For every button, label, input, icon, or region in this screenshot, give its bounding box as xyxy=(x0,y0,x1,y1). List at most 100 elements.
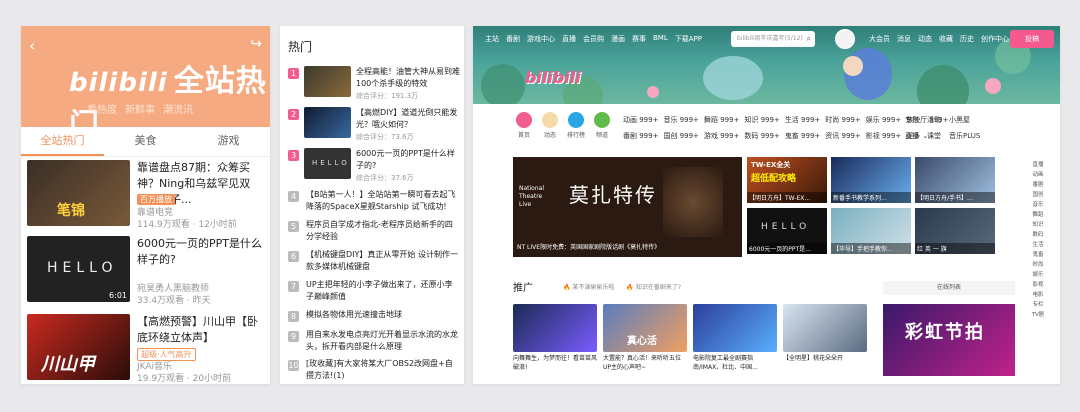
rank-title[interactable]: 【机械键盘DIY】真正从零开始 设计制作一款多媒体机械键盘 xyxy=(306,249,460,273)
category-link[interactable]: 知识 999+ xyxy=(744,115,779,125)
category-link[interactable]: 数码 999+ xyxy=(744,131,779,141)
category-link[interactable]: 动画 999+ xyxy=(623,115,658,125)
rank-title[interactable]: 全程高能！油管大神从易到难100个杀手级的特效 xyxy=(356,66,460,90)
video-tile[interactable]: 【毕导】手把手教你... xyxy=(831,208,911,254)
card-thumbnail[interactable]: 真心活 xyxy=(603,304,687,352)
category-link[interactable]: 鬼畜 999+ xyxy=(785,131,820,141)
rank-title[interactable]: 6000元一页的PPT是什么样子的? xyxy=(356,148,460,172)
tile-caption[interactable]: 红 英 一 旗 xyxy=(915,243,995,254)
rank-item[interactable]: 6 【机械键盘DIY】真正从零开始 设计制作一款多媒体机械键盘 xyxy=(288,249,460,273)
side-link[interactable]: 课堂 xyxy=(927,131,941,141)
rank-item[interactable]: 7 UP主把年轻的小李子做出来了，还原小李子巅峰颜值 xyxy=(288,279,460,303)
side-nav-item[interactable]: 国创 xyxy=(1025,190,1051,200)
list-item[interactable]: 川山甲 【高燃预警】川山甲【卧底环绕立体声】 超级·人气高升 JKAi音乐 19… xyxy=(27,314,267,384)
side-nav-item[interactable]: 数码 xyxy=(1025,230,1051,240)
list-item[interactable]: 笔锦 靠谱盘点87期：众筹买神？Ning和乌兹罕见双排，枣子... 百万播放 靠… xyxy=(27,160,267,230)
video-thumbnail[interactable]: 川山甲 xyxy=(27,314,130,380)
tab-games[interactable]: 游戏 xyxy=(187,127,270,156)
nav-item[interactable]: 赛事 xyxy=(632,34,646,44)
side-link[interactable]: 活动 xyxy=(927,115,941,125)
nav-item[interactable]: 主站 xyxy=(485,34,499,44)
sub-link[interactable]: 看热度 xyxy=(87,101,117,116)
rank-item[interactable]: 8 模拟各物体用光速撞击地球 xyxy=(288,309,460,323)
promo-link[interactable]: 🔥 某不演偷偷乐啦 xyxy=(563,282,614,291)
home-icon[interactable]: 首页 xyxy=(513,112,535,139)
rank-thumbnail[interactable] xyxy=(304,107,351,138)
nav-item[interactable]: 直播 xyxy=(562,34,576,44)
promo-link[interactable]: 🔥 知识在番剧来了? xyxy=(626,282,681,291)
card-title[interactable]: 大置能？真心活！来听听五位UP主的心声吧~ xyxy=(603,354,687,372)
feature-caption[interactable]: NT LIVE限时免费：英国国家剧院版话剧《莫扎特传》 xyxy=(517,242,660,251)
dynamic-icon[interactable]: 动态 xyxy=(539,112,561,139)
side-nav-item[interactable]: 直播 xyxy=(1025,160,1051,170)
side-nav-item[interactable]: 电影 xyxy=(1025,290,1051,300)
nav-item[interactable]: 会员购 xyxy=(583,34,604,44)
category-link[interactable]: 音乐 999+ xyxy=(663,115,698,125)
ad-banner[interactable]: 彩虹节拍 xyxy=(883,304,1015,376)
side-nav-item[interactable]: 专栏 xyxy=(1025,300,1051,310)
promo-card[interactable]: 真心活 大置能？真心活！来听听五位UP主的心声吧~ xyxy=(603,304,687,372)
side-nav-item[interactable]: 舞蹈 xyxy=(1025,210,1051,220)
promo-card[interactable]: 【全明星】桃花朵朵开 xyxy=(783,304,867,363)
side-link[interactable]: 专栏 xyxy=(905,115,919,125)
video-thumbnail[interactable]: 笔锦 xyxy=(27,160,130,226)
tile-caption[interactable]: 【明日方舟/手书】... xyxy=(915,192,995,203)
side-nav-item[interactable]: 音乐 xyxy=(1025,200,1051,210)
category-link[interactable]: 游戏 999+ xyxy=(704,131,739,141)
rank-item[interactable]: 9 用自来水发电点亮灯光开着显示水流的水龙头，拆开看内部是什么原理 xyxy=(288,329,460,353)
video-tile[interactable]: 【明日方舟/手书】... xyxy=(915,157,995,203)
video-tile[interactable]: TW-EX全关 超低配攻略 【明日方舟】TW-EX... xyxy=(747,157,827,203)
category-link[interactable]: 资讯 999+ xyxy=(825,131,860,141)
sub-link[interactable]: 新鲜事 xyxy=(125,101,155,116)
nav-item[interactable]: 游戏中心 xyxy=(527,34,555,44)
video-tile[interactable]: 新番手书教学系列... xyxy=(831,157,911,203)
rank-title[interactable]: 模拟各物体用光速撞击地球 xyxy=(306,309,460,321)
category-link[interactable]: 番剧 999+ xyxy=(623,131,658,141)
tile-caption[interactable]: 【毕导】手把手教你... xyxy=(831,243,911,254)
rank-item[interactable]: 2 【高燃DIY】道道光倒只能发光？哦火如何？ 综合评分：73.6万 xyxy=(288,107,460,141)
category-link[interactable]: 影视 999+ xyxy=(866,131,901,141)
rank-title[interactable]: 【B站第一人！】全站站第一瞬可看去起飞降落的SpaceX星舰Starship 试… xyxy=(306,189,460,213)
card-thumbnail[interactable] xyxy=(783,304,867,352)
side-nav-item[interactable]: TV剧 xyxy=(1025,310,1051,320)
rank-thumbnail[interactable]: HELLO xyxy=(304,148,351,179)
promo-card[interactable]: 向舞舞生，为梦而往！看苗苗风破浪! xyxy=(513,304,597,372)
rank-title[interactable]: 【高燃DIY】道道光倒只能发光？哦火如何？ xyxy=(356,107,460,131)
rank-item[interactable]: 1 全程高能！油管大神从易到难100个杀手级的特效 综合评分：191.3万 xyxy=(288,66,460,100)
side-nav-item[interactable]: 知识 xyxy=(1025,220,1051,230)
live-list-button[interactable]: 在线列表 xyxy=(883,281,1015,295)
ranking-icon[interactable]: 排行榜 xyxy=(565,112,587,139)
sub-link[interactable]: 潮流讯 xyxy=(163,101,193,116)
tile-caption[interactable]: 新番手书教学系列... xyxy=(831,192,911,203)
rank-title[interactable]: UP主把年轻的小李子做出来了，还原小李子巅峰颜值 xyxy=(306,279,460,303)
rank-item[interactable]: 5 程序员自学成才指北-老程序员给新手的四分学经验 xyxy=(288,219,460,243)
list-item[interactable]: HELLO 6:01 6000元一页的PPT是什么样子的? 宛昊勇人黑脑教师 3… xyxy=(27,236,267,306)
nav-item[interactable]: 番剧 xyxy=(506,34,520,44)
nav-item[interactable]: 下载APP xyxy=(675,34,702,44)
side-nav-item[interactable]: 鬼畜 xyxy=(1025,250,1051,260)
side-nav-item[interactable]: 动画 xyxy=(1025,170,1051,180)
tab-food[interactable]: 美食 xyxy=(104,127,187,156)
video-thumbnail[interactable]: HELLO 6:01 xyxy=(27,236,130,302)
rank-title[interactable]: [玫收藏]有大家将某大厂OBS2改网盘+自攒方法!(1) xyxy=(306,358,460,382)
side-nav-item[interactable]: 时尚 xyxy=(1025,260,1051,270)
rank-title[interactable]: 程序员自学成才指北-老程序员给新手的四分学经验 xyxy=(306,219,460,243)
side-nav-item[interactable]: 生活 xyxy=(1025,240,1051,250)
side-link[interactable]: 音乐PLUS xyxy=(949,131,980,141)
rank-thumbnail[interactable] xyxy=(304,66,351,97)
share-icon[interactable]: ↪ xyxy=(250,36,262,52)
video-tile[interactable]: HELLO 6000元一页的PPT是... xyxy=(747,208,827,254)
card-thumbnail[interactable] xyxy=(693,304,777,352)
rank-item[interactable]: 10 [玫收藏]有大家将某大厂OBS2改网盘+自攒方法!(1) xyxy=(288,358,460,382)
side-nav-item[interactable]: 番剧 xyxy=(1025,180,1051,190)
site-logo[interactable]: bilibili xyxy=(525,68,581,87)
channel-icon[interactable]: 频道 xyxy=(591,112,613,139)
side-link[interactable]: 小黑屋 xyxy=(949,115,970,125)
category-link[interactable]: 舞蹈 999+ xyxy=(704,115,739,125)
side-nav-item[interactable]: 娱乐 xyxy=(1025,270,1051,280)
video-title[interactable]: 【高燃预警】川山甲【卧底环绕立体声】 xyxy=(137,314,265,346)
category-link[interactable]: 生活 999+ xyxy=(785,115,820,125)
category-link[interactable]: 娱乐 999+ xyxy=(866,115,901,125)
rank-item[interactable]: 4 【B站第一人！】全站站第一瞬可看去起飞降落的SpaceX星舰Starship… xyxy=(288,189,460,213)
card-title[interactable]: 向舞舞生，为梦而往！看苗苗风破浪! xyxy=(513,354,597,372)
